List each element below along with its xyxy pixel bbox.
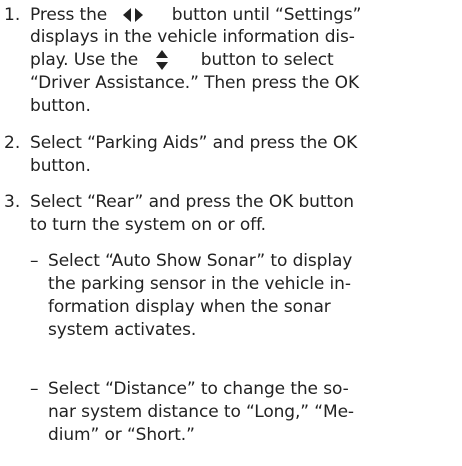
step-1-line-3: play. Use the button to select [30, 49, 334, 71]
step-1-text-a: Press the [30, 5, 108, 25]
step-number: 1. [4, 5, 21, 25]
sub-1-line-2: the parking sensor in the vehicle in- [48, 274, 351, 294]
sub-1-line-1: Select “Auto Show Sonar” to display [48, 251, 353, 271]
step-number: 2. [4, 133, 21, 153]
step-1-line-2: displays in the vehicle information dis- [30, 27, 355, 47]
up-down-arrows-icon [155, 49, 169, 71]
bullet-dash: – [30, 379, 39, 399]
step-3-line-1: Select “Rear” and press the OK button [30, 192, 354, 212]
step-1-line-5: button. [30, 96, 91, 116]
step-1-text-c: play. Use the [30, 50, 139, 70]
step-1-line-1: Press the button until “Settings” [30, 4, 361, 26]
sub-2-line-3: dium” or “Short.” [48, 425, 195, 445]
sub-2-line-1: Select “Distance” to change the so- [48, 379, 349, 399]
step-number: 3. [4, 192, 21, 212]
instruction-page: 1. Press the button until “Settings” dis… [0, 0, 462, 466]
step-1-line-4: “Driver Assistance.” Then press the OK [30, 73, 360, 93]
bullet-dash: – [30, 251, 39, 271]
step-1-text-b: button until “Settings” [171, 5, 362, 25]
sub-1-line-3: formation display when the sonar [48, 297, 331, 317]
step-1-text-d: button to select [200, 50, 334, 70]
sub-1-line-4: system activates. [48, 320, 197, 340]
sub-2-line-2: nar system distance to “Long,” “Me- [48, 402, 354, 422]
left-right-arrows-icon [122, 7, 144, 23]
step-2-line-2: button. [30, 156, 91, 176]
step-2-line-1: Select “Parking Aids” and press the OK [30, 133, 358, 153]
step-3-line-2: to turn the system on or off. [30, 215, 266, 235]
